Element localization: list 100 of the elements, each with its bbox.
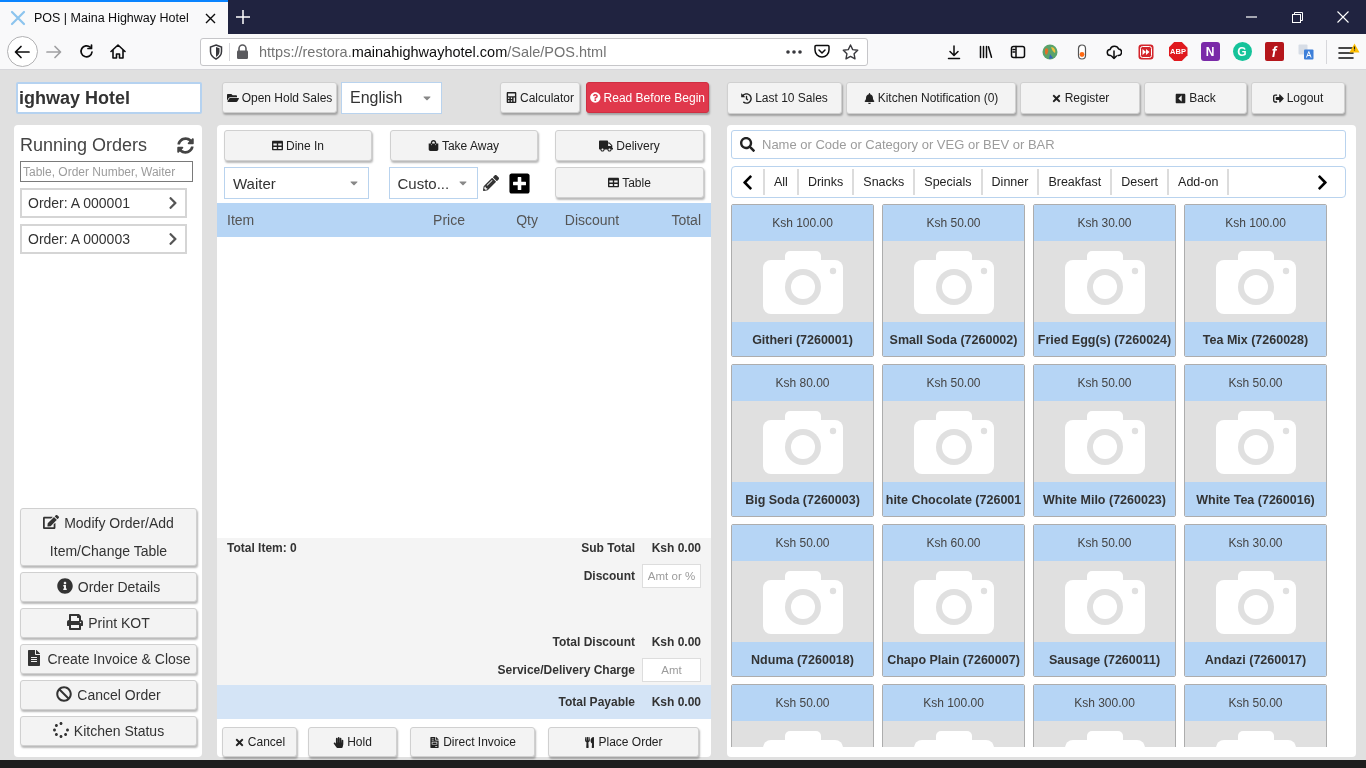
create-invoice-button[interactable]: Create Invoice & Close [20, 644, 197, 674]
truck-icon [599, 138, 614, 153]
product-price: Ksh 30.00 [1034, 205, 1175, 241]
category-tab[interactable]: Dinner [982, 169, 1040, 195]
summary-value: Ksh 0.00 [651, 541, 701, 555]
read-before-begin-button[interactable]: Read Before Begin [586, 82, 709, 113]
place-order-button[interactable]: Place Order [548, 727, 699, 757]
product-price: Ksh 50.00 [1185, 685, 1326, 721]
more-icon[interactable] [786, 49, 802, 54]
product-card[interactable]: Ksh 50.00 Sausage (7260011) [1033, 524, 1176, 677]
globe-icon[interactable] [1042, 43, 1058, 60]
product-card[interactable]: Ksh 30.00 Andazi (7260017) [1184, 524, 1327, 677]
running-order-item[interactable]: Order: A 000001 [20, 188, 187, 218]
category-tab[interactable]: Specials [915, 169, 983, 195]
home-icon[interactable] [110, 44, 126, 59]
order-details-button[interactable]: Order Details [20, 572, 197, 602]
product-card[interactable]: Ksh 100.00 Tea Mix (7260028) [1184, 204, 1327, 357]
product-name: Tea Mix (7260028) [1185, 322, 1326, 356]
register-button[interactable]: Register [1020, 82, 1140, 114]
extension-button[interactable]: N [1200, 42, 1220, 61]
take-away-button[interactable]: Take Away [389, 130, 538, 161]
modify-order-button[interactable]: Modify Order/Add Item/Change Table [20, 508, 197, 566]
discount-field[interactable]: Amt or % [642, 564, 701, 588]
product-card[interactable]: Ksh 50.00 hite Chocolate (726001 [882, 364, 1025, 517]
close-icon [1050, 92, 1062, 104]
camera-icon [762, 249, 843, 314]
extension-button[interactable]: f [1264, 42, 1284, 61]
translate-icon[interactable] [1298, 43, 1314, 60]
category-tab[interactable]: Desert [1112, 169, 1170, 195]
arrow-left-icon [14, 44, 30, 59]
column-header: Discount [564, 212, 620, 228]
pencil-icon[interactable] [482, 175, 499, 191]
download-icon[interactable] [946, 43, 962, 60]
product-card[interactable]: Ksh 50.00 Small Soda (7260002) [882, 204, 1025, 357]
direct-invoice-button[interactable]: Direct Invoice [410, 727, 535, 757]
category-tab[interactable]: All [765, 169, 799, 195]
product-card[interactable]: Ksh 100.00 Githeri (7260001) [731, 204, 874, 357]
spinner-icon [52, 722, 69, 738]
summary-label: Sub Total [581, 541, 635, 555]
reload-icon[interactable] [78, 44, 94, 59]
product-search-field[interactable]: Name or Code or Category or VEG or BEV or BAR [731, 130, 1346, 159]
category-tab[interactable]: Breakfast [1039, 169, 1113, 195]
product-card[interactable]: Ksh 30.00 Fried Egg(s) (7260024) [1033, 204, 1176, 357]
bell-icon [863, 92, 875, 104]
browser-tab[interactable]: POS | Maina Highway Hotel [0, 0, 228, 34]
product-card[interactable]: Ksh 50.00 Nduma (7260018) [731, 524, 874, 677]
kitchen-notification-button[interactable]: Kitchen Notification (0) [846, 82, 1016, 114]
camera-icon [1064, 569, 1145, 634]
delivery-button[interactable]: Delivery [555, 130, 704, 161]
camera-icon [1215, 409, 1296, 474]
running-order-item[interactable]: Order: A 000003 [20, 224, 187, 254]
print-kot-button[interactable]: Print KOT [20, 608, 197, 638]
category-tab[interactable]: Drinks [798, 169, 855, 195]
order-search-field[interactable]: Table, Order Number, Waiter [20, 161, 193, 182]
product-name: White Milo (7260023) [1034, 482, 1175, 516]
product-price: Ksh 300.00 [1034, 685, 1175, 721]
kitchen-status-button[interactable]: Kitchen Status [20, 716, 197, 746]
refresh-icon[interactable] [177, 136, 194, 154]
fast-forward-icon[interactable] [1138, 43, 1154, 60]
hold-button[interactable]: Hold [308, 727, 397, 757]
table-icon [272, 140, 283, 151]
category-tab[interactable]: Snacks [854, 169, 916, 195]
product-card[interactable]: Ksh 50.00 White Tea (7260016) [1184, 364, 1327, 517]
product-card[interactable]: Ksh 80.00 Big Soda (7260003) [731, 364, 874, 517]
camera-icon [1215, 569, 1296, 634]
waiter-select[interactable]: Waiter [224, 167, 369, 199]
restore-icon[interactable] [1291, 11, 1303, 23]
customer-select[interactable]: Custo... [388, 167, 478, 199]
dine-in-button[interactable]: Dine In [224, 130, 372, 161]
charge-field[interactable]: Amt [642, 658, 701, 682]
table-button[interactable]: Table [555, 167, 704, 198]
open-hold-sales-button[interactable]: Open Hold Sales [222, 82, 337, 113]
document-icon [429, 736, 441, 748]
close-icon[interactable] [205, 12, 216, 24]
category-tab[interactable]: Add-on [1169, 169, 1230, 195]
cross-icon [10, 10, 26, 26]
store-name-field[interactable]: ighway Hotel [16, 82, 202, 114]
back-button[interactable] [6, 36, 38, 67]
star-icon[interactable] [842, 43, 859, 60]
cloud-download-icon[interactable] [1106, 43, 1122, 60]
cancel-button[interactable]: Cancel [222, 727, 297, 757]
back-button[interactable]: Back [1144, 82, 1247, 114]
last-sales-button[interactable]: Last 10 Sales [727, 82, 842, 114]
product-name: White Tea (7260016) [1185, 482, 1326, 516]
url-text: https://restora.mainahighwayhotel.com/Sale/POS.html [259, 43, 607, 60]
language-select[interactable]: English [341, 82, 442, 114]
pocket-icon[interactable] [814, 44, 830, 59]
minimize-icon[interactable] [1245, 16, 1257, 18]
address-bar[interactable]: https://restora.mainahighwayhotel.com/Sale/POS.html [200, 37, 868, 66]
product-card[interactable]: Ksh 60.00 Chapo Plain (7260007) [882, 524, 1025, 677]
plus-icon[interactable] [236, 10, 250, 24]
product-price: Ksh 50.00 [1185, 365, 1326, 401]
cancel-order-button[interactable]: Cancel Order [20, 680, 197, 710]
sidebar-icon[interactable] [1010, 43, 1026, 60]
logout-button[interactable]: Logout [1251, 82, 1345, 114]
library-icon[interactable] [978, 43, 994, 60]
menu-icon[interactable] [1338, 42, 1360, 61]
calculator-button[interactable]: Calculator [500, 82, 580, 113]
product-card[interactable]: Ksh 50.00 White Milo (7260023) [1033, 364, 1176, 517]
camera-icon [1064, 409, 1145, 474]
